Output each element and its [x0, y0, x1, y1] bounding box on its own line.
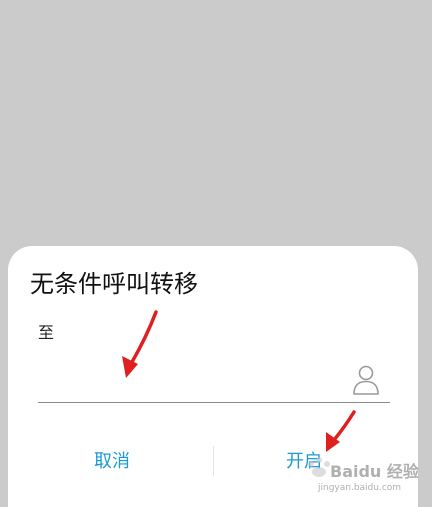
- cancel-button[interactable]: 取消: [94, 446, 154, 478]
- forward-to-label: 至: [38, 323, 55, 342]
- button-divider: [213, 446, 214, 476]
- watermark-brand: Baidu 经验: [330, 462, 419, 481]
- watermark-url: jingyan.baidu.com: [318, 483, 402, 493]
- input-underline: [38, 402, 390, 403]
- contact-picker-icon[interactable]: [352, 364, 380, 396]
- dialog-title: 无条件呼叫转移: [30, 270, 198, 298]
- forward-number-input[interactable]: [38, 358, 348, 398]
